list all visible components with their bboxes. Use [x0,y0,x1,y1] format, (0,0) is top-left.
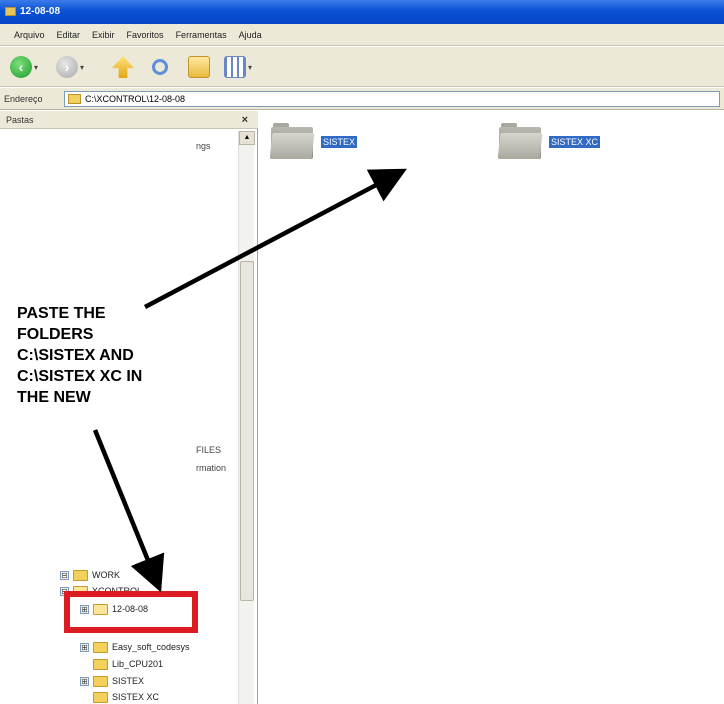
menu-ferramentas[interactable]: Ferramentas [170,30,233,40]
address-label: Endereço [4,94,43,104]
folder-icon [93,675,108,687]
views-icon [224,56,246,78]
address-input[interactable]: C:\XCONTROL\12-08-08 [64,91,720,107]
tree-item-easy-soft-codesys[interactable]: ⊞ Easy_soft_codesys [80,639,190,655]
back-button[interactable]: ‹ ▾ [10,55,38,79]
folders-scrollbar[interactable]: ▲ [238,131,255,704]
menu-bar: Arquivo Editar Exibir Favoritos Ferramen… [0,24,724,46]
menu-ajuda[interactable]: Ajuda [233,30,268,40]
expand-icon[interactable]: ⊞ [80,642,89,652]
menu-favoritos[interactable]: Favoritos [121,30,170,40]
views-dropdown-icon[interactable]: ▾ [248,63,252,72]
address-bar: Endereço C:\XCONTROL\12-08-08 [0,88,724,110]
folders-pane-title: Pastas [6,115,34,125]
folder-icon [93,641,108,653]
folder-item-sistex[interactable] [269,123,315,159]
folder-icon [5,7,16,16]
tree-item-sistex[interactable]: ⊞ SISTEX [80,673,144,689]
up-folder-icon [112,56,134,78]
tree-item-label: Lib_CPU201 [112,659,164,669]
tree-item-lib-cpu201[interactable]: Lib_CPU201 [93,656,163,672]
folders-icon [188,56,210,78]
annotation-text: PASTE THE FOLDERS C:\SISTEX AND C:\SISTE… [17,303,207,408]
folder-label-sistex[interactable]: SISTEX [321,136,358,148]
tree-fragment: FILES [196,445,222,455]
scroll-up-icon[interactable]: ▲ [239,131,255,145]
folder-icon [93,691,108,703]
menu-editar[interactable]: Editar [51,30,87,40]
address-value: C:\XCONTROL\12-08-08 [85,94,186,104]
collapse-icon[interactable]: ⊟ [60,570,69,580]
search-button[interactable] [152,55,168,79]
close-icon[interactable]: × [242,111,248,129]
tree-item-label: WORK [92,570,120,580]
views-button[interactable]: ▾ [224,55,252,79]
search-icon [152,59,168,75]
forward-arrow-icon: › [56,56,78,78]
window-title: 12-08-08 [20,6,61,17]
folders-pane-header: Pastas × [0,111,258,129]
tree-item-work[interactable]: ⊟ WORK [60,567,120,583]
folders-button[interactable] [188,55,210,79]
toolbar: ‹ ▾ › ▾ ▾ [0,47,724,87]
tree-fragment: rmation [196,463,227,473]
folder-icon [73,569,88,581]
file-view: SISTEX SISTEX XC [259,111,724,704]
forward-button[interactable]: › ▾ [56,55,84,79]
menu-exibir[interactable]: Exibir [86,30,121,40]
tree-item-label: SISTEX XC [112,692,160,702]
menu-arquivo[interactable]: Arquivo [8,30,51,40]
forward-dropdown-icon[interactable]: ▾ [80,63,84,72]
expand-icon[interactable]: ⊞ [80,676,89,686]
up-button[interactable] [112,55,134,79]
tree-item-sistex-xc[interactable]: SISTEX XC [93,689,159,704]
back-arrow-icon: ‹ [10,56,32,78]
back-dropdown-icon[interactable]: ▾ [34,63,38,72]
folder-item-sistex-xc[interactable] [497,123,543,159]
highlight-box [64,591,198,633]
folder-icon [93,658,108,670]
window-title-bar[interactable]: 12-08-08 [0,0,724,24]
tree-item-label: Easy_soft_codesys [112,642,190,652]
folder-label-sistex-xc[interactable]: SISTEX XC [549,136,601,148]
tree-fragment: ngs [196,141,211,151]
scrollbar-thumb[interactable] [240,261,254,601]
folder-icon [68,94,81,104]
tree-item-label: SISTEX [112,676,145,686]
